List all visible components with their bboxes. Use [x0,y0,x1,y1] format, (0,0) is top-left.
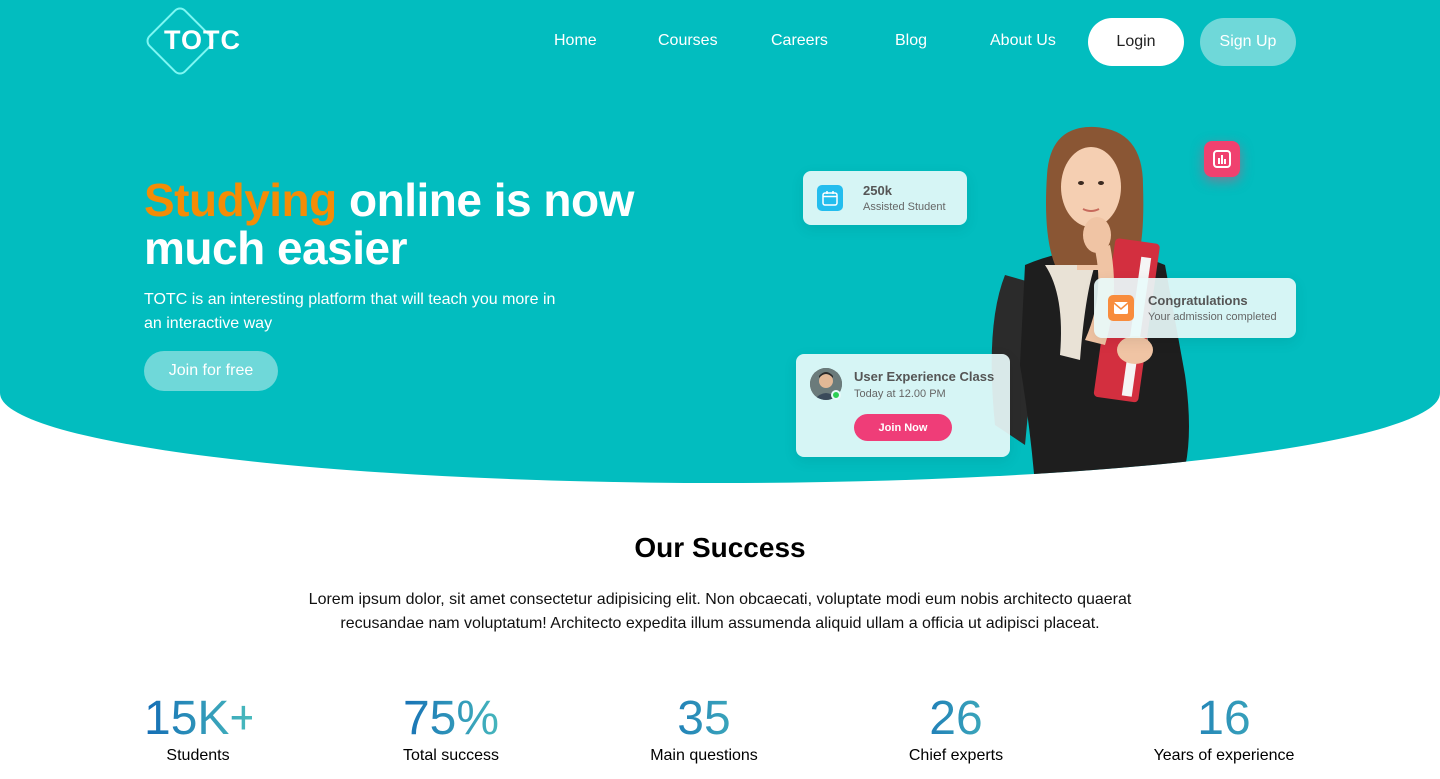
nav-link-blog[interactable]: Blog [895,32,927,50]
hero-title: Studying online is now much easier [144,176,704,272]
success-title: Our Success [634,532,806,563]
stat-main-questions: 35 Main questions [644,694,764,766]
congratulations-title: Congratulations [1148,293,1248,308]
stat-value: 35 [644,694,764,744]
bar-chart-icon [1213,150,1231,168]
mail-icon-box [1108,295,1134,321]
stat-value: 15K+ [144,692,258,745]
online-status-dot [831,390,841,400]
hero-subtitle: TOTC is an interesting platform that wil… [144,291,556,332]
class-title: User Experience Class [854,369,995,384]
stat-label: Students [166,747,230,764]
stat-chief-experts: 26 Chief experts [901,694,1011,766]
hero-title-accent: Studying [144,174,337,226]
stat-years-experience: 16 Years of experience [1146,694,1302,766]
stat-value: 75% [396,694,506,744]
stat-value: 26 [901,694,1011,744]
hero-section: TOTC Home Courses Careers Blog About Us … [0,0,1440,483]
mail-icon [1113,302,1129,314]
signup-button[interactable]: Sign Up [1200,18,1296,66]
main-nav: Home Courses Careers Blog About Us Login… [0,18,1440,66]
calendar-icon [822,191,838,206]
nav-link-careers[interactable]: Careers [771,32,828,50]
join-for-free-button[interactable]: Join for free [144,351,278,391]
login-button[interactable]: Login [1088,18,1184,66]
stat-label: Years of experience [1153,747,1295,764]
stat-total-success: 75% Total success [396,694,506,766]
assisted-count: 250k [863,183,892,198]
nav-link-about-us[interactable]: About Us [990,32,1056,50]
nav-link-home[interactable]: Home [554,32,597,50]
stat-value: 16 [1146,694,1302,744]
assisted-students-card: 250k Assisted Student [803,171,967,225]
class-time: Today at 12.00 PM [854,388,946,400]
congratulations-text: Your admission completed [1148,311,1277,323]
nav-link-courses[interactable]: Courses [658,32,718,50]
stat-label: Total success [402,747,500,764]
stat-label: Chief experts [908,747,1004,764]
join-now-button[interactable]: Join Now [854,414,952,441]
chart-badge [1204,141,1240,177]
assisted-label: Assisted Student [863,201,946,213]
stat-students: 15K+ Students [144,692,258,766]
success-description: Lorem ipsum dolor, sit amet consectetur … [308,591,1132,632]
stat-label: Main questions [650,747,758,764]
congratulations-card: Congratulations Your admission completed [1094,278,1296,338]
calendar-icon-box [817,185,843,211]
class-card: User Experience Class Today at 12.00 PM … [796,354,1010,457]
